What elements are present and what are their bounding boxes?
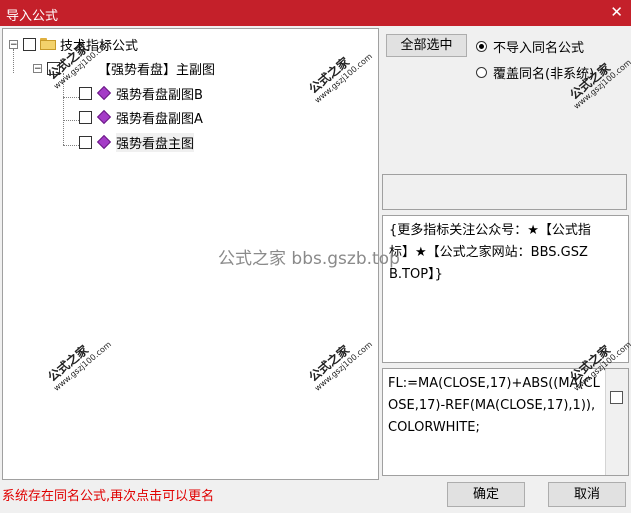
close-icon[interactable]: ✕ xyxy=(610,3,623,21)
center-watermark: 公式之家 bbs.gszb.top xyxy=(218,249,400,269)
code-text: FL:=MA(CLOSE,17)+ABS((MA(CLOSE,17)-REF(M… xyxy=(388,376,600,435)
import-formula-dialog: 导入公式 ✕ − 技术指标公式 − 【强势看盘】主副图 强势看盘副图B 强势看盘… xyxy=(0,0,631,513)
item-checkbox[interactable] xyxy=(79,135,92,149)
folder-icon xyxy=(40,38,56,50)
name-box xyxy=(382,174,627,210)
code-box[interactable]: FL:=MA(CLOSE,17)+ABS((MA(CLOSE,17)-REF(M… xyxy=(382,368,629,476)
tree-item-label: 强势看盘副图B xyxy=(116,87,203,103)
code-option-checkbox[interactable] xyxy=(610,391,623,404)
title-bar[interactable]: 导入公式 ✕ xyxy=(0,0,631,26)
radio-overwrite[interactable]: 覆盖同名(非系统) xyxy=(476,63,594,82)
tree-item-label: 强势看盘主图 xyxy=(116,132,195,152)
cancel-button[interactable]: 取消 xyxy=(548,482,626,507)
item-checkbox[interactable] xyxy=(79,110,92,124)
formula-icon xyxy=(96,85,112,101)
tree-item[interactable]: 强势看盘主图 xyxy=(79,131,195,153)
item-checkbox[interactable] xyxy=(79,86,92,100)
description-text: {更多指标关注公众号：★【公式指标】★【公式之家网站：BBS.GSZB.TOP】… xyxy=(389,223,591,282)
description-box[interactable]: {更多指标关注公众号：★【公式指标】★【公式之家网站：BBS.GSZB.TOP】… xyxy=(382,215,629,363)
radio-no-import-indicator[interactable] xyxy=(476,41,487,52)
radio-overwrite-indicator[interactable] xyxy=(476,67,487,78)
radio-no-import-label: 不导入同名公式 xyxy=(493,41,585,56)
formula-icon xyxy=(96,134,112,150)
collapse-toggle[interactable]: − xyxy=(33,63,42,73)
root-checkbox[interactable] xyxy=(23,37,36,51)
window-title: 导入公式 xyxy=(6,9,59,24)
ok-button[interactable]: 确定 xyxy=(447,482,525,507)
tree-item[interactable]: 强势看盘副图B xyxy=(79,82,203,104)
tree-group-label: 【强势看盘】主副图 xyxy=(98,62,216,78)
status-message: 系统存在同名公式,再次点击可以更名 xyxy=(2,489,215,504)
radio-no-import[interactable]: 不导入同名公式 xyxy=(476,37,584,56)
formula-icon xyxy=(96,109,112,125)
tree-item-label: 强势看盘副图A xyxy=(116,111,203,127)
code-scrollbar[interactable] xyxy=(605,369,628,475)
select-all-button[interactable]: 全部选中 xyxy=(386,34,467,57)
collapse-toggle[interactable]: − xyxy=(9,39,18,49)
tree-item[interactable]: 强势看盘副图A xyxy=(79,106,203,128)
